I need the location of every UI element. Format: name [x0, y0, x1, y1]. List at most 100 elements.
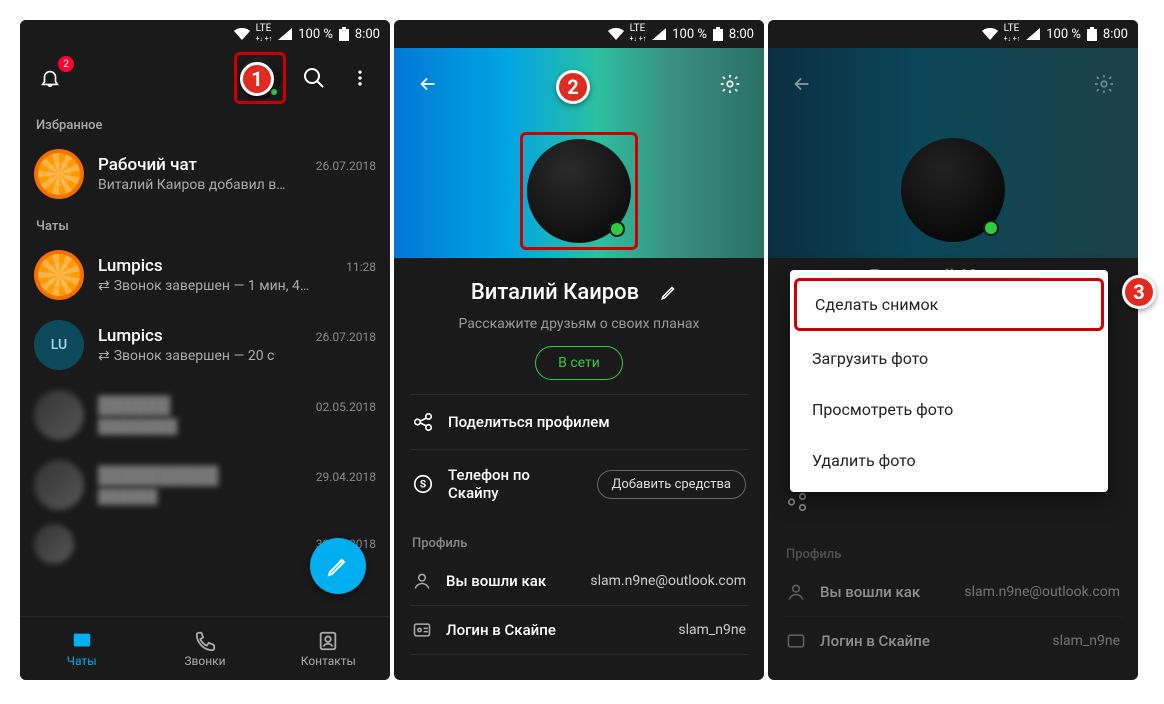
chat-name: ██████████ — [98, 466, 218, 486]
wifi-icon — [234, 28, 250, 40]
lte-label: LTE+↓ +↑ — [256, 24, 273, 44]
search-button[interactable] — [296, 60, 332, 96]
chat-date: 11:28 — [346, 260, 376, 274]
profile-name: Виталий Каиров — [471, 280, 639, 305]
menu-upload-photo[interactable]: Загрузить фото — [790, 333, 1108, 384]
svg-text:S: S — [420, 480, 426, 491]
chats-header: 2 — [20, 48, 390, 108]
chat-avatar — [34, 524, 74, 564]
screenshot-panel-1: LTE+↓ +↑ 100 % 8:00 2 Избранное Рабочий … — [20, 20, 390, 680]
signed-in-label: Вы вошли как — [820, 583, 920, 601]
chats-section-header: Чаты — [20, 209, 390, 240]
clock-label: 8:00 — [1103, 27, 1128, 42]
status-bar: LTE+↓ +↑ 100 % 8:00 — [768, 20, 1138, 48]
wifi-icon — [982, 28, 998, 40]
settings-button[interactable] — [1086, 66, 1122, 102]
profile-avatar-button[interactable] — [520, 132, 638, 250]
status-pill[interactable]: В сети — [535, 346, 623, 380]
lte-label: LTE+↓ +↑ — [1004, 24, 1021, 44]
step-marker-1: 1 — [240, 62, 274, 96]
chat-avatar — [34, 390, 84, 440]
skype-phone-label: Телефон по Скайпу — [448, 466, 583, 502]
add-funds-button[interactable]: Добавить средства — [597, 470, 746, 499]
nav-label: Чаты — [67, 654, 97, 668]
chat-item[interactable]: Lumpics 11:28 ⇄Звонок завершен — 1 мин, 4… — [20, 240, 390, 310]
skype-login-value: slam_n9ne — [678, 622, 746, 638]
chat-avatar: LU — [34, 320, 84, 370]
chat-date: 29.04.2018 — [316, 470, 376, 484]
cell-icon — [278, 28, 292, 40]
battery-icon — [339, 27, 349, 41]
chat-item[interactable]: ██████ 02.05.2018 ████████ — [20, 380, 390, 450]
chat-item[interactable]: Рабочий чат26.07.2018 Виталий Каиров доб… — [20, 139, 390, 209]
online-status-dot — [983, 220, 999, 236]
chat-name: ██████ — [98, 396, 170, 416]
wifi-icon — [608, 28, 624, 40]
notification-badge: 2 — [58, 56, 74, 72]
profile-hint[interactable]: Расскажите друзьям о своих планах — [410, 316, 748, 332]
call-icon: ⇄ — [98, 348, 110, 364]
avatar-image — [901, 138, 1005, 242]
chat-date: 26.07.2018 — [316, 330, 376, 344]
call-icon: ⇄ — [98, 278, 110, 294]
nav-calls[interactable]: Звонки — [143, 617, 266, 680]
chat-item[interactable]: LU Lumpics26.07.2018 ⇄Звонок завершен — … — [20, 310, 390, 380]
battery-label: 100 % — [298, 27, 333, 42]
skype-login-row[interactable]: Логин в Скайпе slam_n9ne — [410, 606, 748, 654]
battery-label: 100 % — [1046, 27, 1081, 42]
profile-header-dimmed — [768, 48, 1138, 258]
share-icon — [412, 411, 434, 433]
settings-button[interactable] — [712, 66, 748, 102]
chat-preview: ⇄Звонок завершен — 20 с — [98, 348, 376, 364]
more-button[interactable] — [342, 60, 378, 96]
signed-in-row: Вы вошли как slam.n9ne@outlook.com — [784, 568, 1122, 616]
chat-preview: ████████ — [98, 418, 376, 435]
step-marker-2: 2 — [556, 70, 590, 104]
clock-label: 8:00 — [355, 27, 380, 42]
back-button[interactable] — [410, 66, 446, 102]
chat-preview: ██████ — [98, 488, 376, 505]
notifications-button[interactable]: 2 — [32, 60, 68, 96]
chat-name: Рабочий чат — [98, 155, 197, 175]
lte-label: LTE+↓ +↑ — [630, 24, 647, 44]
status-bar: LTE+↓ +↑ 100 % 8:00 — [20, 20, 390, 48]
back-button[interactable] — [784, 66, 820, 102]
person-icon — [786, 582, 806, 602]
edit-name-button[interactable] — [651, 274, 687, 310]
nav-chats[interactable]: Чаты — [20, 617, 143, 680]
menu-take-photo[interactable]: Сделать снимок — [794, 278, 1104, 331]
skype-login-value: slam_n9ne — [1052, 633, 1120, 649]
id-icon — [412, 620, 432, 640]
nav-label: Контакты — [301, 654, 356, 668]
chat-item[interactable]: ██████████ 29.04.2018 ██████ — [20, 450, 390, 520]
signed-in-value: slam.n9ne@outlook.com — [590, 573, 746, 589]
compose-fab[interactable] — [310, 538, 366, 594]
battery-icon — [713, 27, 723, 41]
avatar-image — [527, 139, 631, 243]
chat-preview: ⇄Звонок завершен — 1 мин, 4… — [98, 278, 376, 294]
signed-in-value: slam.n9ne@outlook.com — [964, 584, 1120, 600]
skype-phone-row[interactable]: S Телефон по Скайпу Добавить средства — [410, 450, 748, 518]
share-icon — [786, 491, 808, 513]
menu-view-photo[interactable]: Просмотреть фото — [790, 384, 1108, 435]
photo-menu: Сделать снимок Загрузить фото Просмотрет… — [790, 270, 1108, 492]
screenshot-panel-2: LTE+↓ +↑ 100 % 8:00 Виталий Каиров Расск… — [394, 20, 764, 680]
skype-login-label: Логин в Скайпе — [446, 621, 556, 639]
online-status-dot — [609, 221, 625, 237]
bottom-nav: Чаты Звонки Контакты — [20, 616, 390, 680]
share-profile-row[interactable]: Поделиться профилем — [410, 394, 748, 449]
chat-name: Lumpics — [98, 256, 163, 276]
nav-contacts[interactable]: Контакты — [267, 617, 390, 680]
chat-date: 02.05.2018 — [316, 400, 376, 414]
chat-date: 26.07.2018 — [316, 159, 376, 173]
skype-login-label: Логин в Скайпе — [820, 632, 930, 650]
battery-icon — [1087, 27, 1097, 41]
favorites-header: Избранное — [20, 108, 390, 139]
chat-avatar — [34, 250, 84, 300]
screenshot-panel-3: LTE+↓ +↑ 100 % 8:00 Виталий Каиров Профи… — [768, 20, 1138, 680]
signed-in-row[interactable]: Вы вошли как slam.n9ne@outlook.com — [410, 557, 748, 605]
menu-delete-photo[interactable]: Удалить фото — [790, 435, 1108, 486]
share-label: Поделиться профилем — [448, 413, 746, 431]
nav-label: Звонки — [184, 654, 225, 668]
signed-in-label: Вы вошли как — [446, 572, 546, 590]
